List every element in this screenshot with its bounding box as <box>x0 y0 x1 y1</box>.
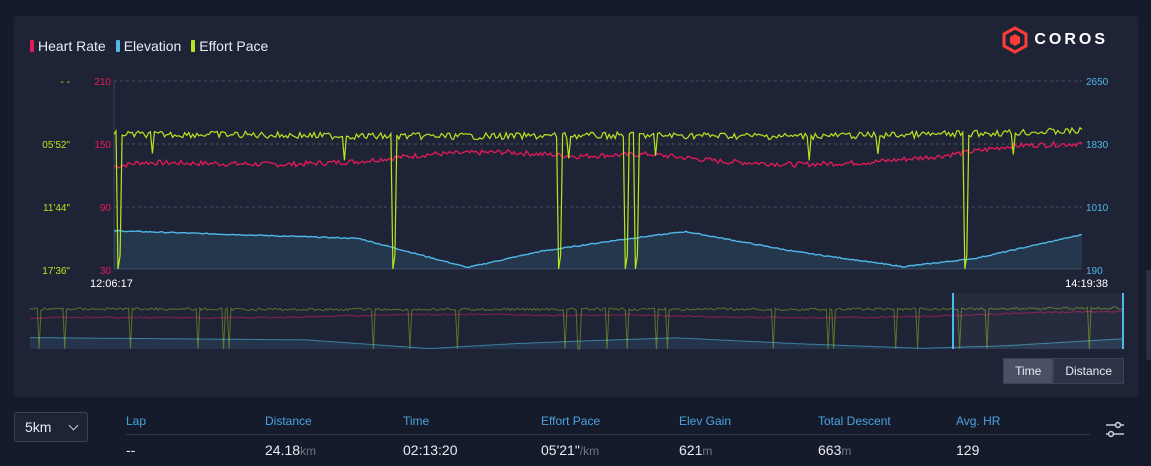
time-toggle-button[interactable]: Time <box>1003 358 1054 384</box>
heart-rate-series-line <box>113 140 1082 169</box>
col-header-lap: Lap <box>126 414 147 428</box>
lap-length-value: 5km <box>25 419 52 435</box>
time-start-label: 12:06:17 <box>90 278 133 290</box>
x-axis-toggle: Time Distance <box>1003 358 1124 384</box>
cell-lap: -- <box>126 442 136 458</box>
col-header-time: Time <box>403 414 430 428</box>
distance-unit: km <box>300 444 317 458</box>
hr-tick: 210 <box>94 77 111 88</box>
chart-canvas[interactable]: - - 05'52" 11'44" 17'36" 210 150 90 30 2… <box>14 16 1138 397</box>
overview-left-handle[interactable] <box>952 293 954 349</box>
pace-tick: 17'36" <box>42 266 70 277</box>
col-header-effort-pace: Effort Pace <box>541 414 601 428</box>
elev-gain-value: 621 <box>679 442 703 458</box>
hr-tick: 150 <box>94 140 111 151</box>
time-end-label: 14:19:38 <box>1065 278 1108 290</box>
cell-avg-hr: 129 <box>956 442 980 458</box>
overview-navigator[interactable] <box>29 293 1125 350</box>
table-row[interactable]: -- 24.18km 02:13:20 05'21"/km 621m 663m … <box>126 435 1090 461</box>
pace-unit: /km <box>579 444 600 458</box>
hr-tick: 90 <box>100 203 112 214</box>
elev-tick: 1830 <box>1086 140 1109 151</box>
overview-right-handle[interactable] <box>1122 293 1124 349</box>
pace-tick: - - <box>61 77 70 88</box>
elevation-area <box>113 229 1083 269</box>
lap-length-select[interactable]: 5km <box>14 412 88 442</box>
cell-total-descent: 663m <box>818 435 956 461</box>
col-header-elev-gain: Elev Gain <box>679 414 732 428</box>
distance-toggle-button[interactable]: Distance <box>1053 358 1124 384</box>
lap-table-header: Lap Distance Time Effort Pace Elev Gain … <box>126 410 1090 435</box>
cell-elev-gain: 621m <box>679 435 818 461</box>
side-panel-handle[interactable] <box>1146 270 1151 360</box>
cell-time: 02:13:20 <box>403 442 458 458</box>
chevron-down-icon <box>68 420 79 430</box>
elev-tick: 2650 <box>1086 77 1109 88</box>
overview-selection-window[interactable] <box>952 293 1124 349</box>
pace-tick: 11'44" <box>43 203 70 214</box>
col-header-distance: Distance <box>265 414 312 428</box>
hr-tick: 30 <box>100 266 112 277</box>
descent-value: 663 <box>818 442 842 458</box>
pace-tick: 05'52" <box>42 140 70 151</box>
column-settings-icon[interactable] <box>1104 420 1126 440</box>
col-header-avg-hr: Avg. HR <box>956 414 1001 428</box>
pace-value: 05'21" <box>541 442 580 458</box>
descent-unit: m <box>841 444 852 458</box>
heart-rate-line <box>113 140 1082 169</box>
cell-effort-pace: 05'21"/km <box>541 435 679 461</box>
elev-tick: 190 <box>1086 266 1103 277</box>
elev-tick: 1010 <box>1086 203 1109 214</box>
cell-distance: 24.18km <box>265 435 403 461</box>
elev-gain-unit: m <box>702 444 713 458</box>
lap-table: Lap Distance Time Effort Pace Elev Gain … <box>126 410 1090 461</box>
activity-chart-panel: Heart Rate Elevation Effort Pace COROS -… <box>14 16 1138 397</box>
distance-value: 24.18 <box>265 442 301 458</box>
col-header-total-descent: Total Descent <box>818 414 891 428</box>
